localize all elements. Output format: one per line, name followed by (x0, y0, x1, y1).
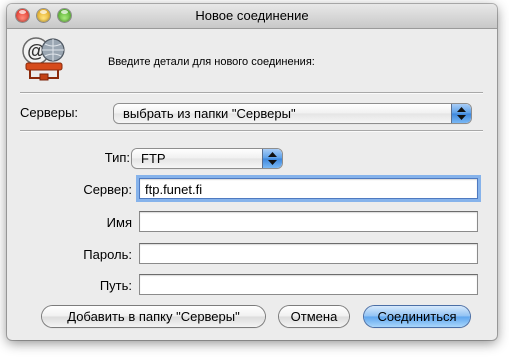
connection-prompt: Введите детали для нового соединения: (108, 56, 315, 68)
path-field[interactable] (139, 274, 478, 295)
type-label: Тип: (104, 150, 130, 165)
cancel-button[interactable]: Отмена (279, 306, 349, 327)
name-label: Имя (106, 215, 132, 230)
server-label: Сервер: (83, 182, 132, 197)
title-bar[interactable]: Новое соединение (7, 4, 497, 29)
password-label: Пароль: (83, 247, 132, 262)
servers-label: Серверы: (20, 105, 79, 120)
password-field[interactable] (139, 243, 478, 264)
servers-popup[interactable]: выбрать из папки "Серверы" (114, 104, 471, 123)
separator-top (20, 92, 483, 94)
add-to-servers-button[interactable]: Добавить в папку "Серверы" (42, 306, 265, 327)
name-field[interactable] (139, 211, 478, 232)
path-label: Путь: (99, 278, 132, 293)
up-down-arrows-icon (263, 149, 282, 168)
type-popup-value: FTP (141, 151, 166, 166)
window-title: Новое соединение (195, 8, 309, 23)
up-down-arrows-icon (452, 104, 471, 123)
type-popup[interactable]: FTP (132, 149, 282, 168)
new-connection-dialog: Новое соединение @ Введите детали для но… (7, 4, 497, 340)
server-field[interactable] (139, 178, 478, 199)
servers-popup-value: выбрать из папки "Серверы" (123, 106, 296, 121)
connect-button[interactable]: Соединиться (364, 306, 470, 327)
at-sign-globe-network-icon: @ (22, 37, 65, 81)
separator-middle (20, 130, 483, 132)
